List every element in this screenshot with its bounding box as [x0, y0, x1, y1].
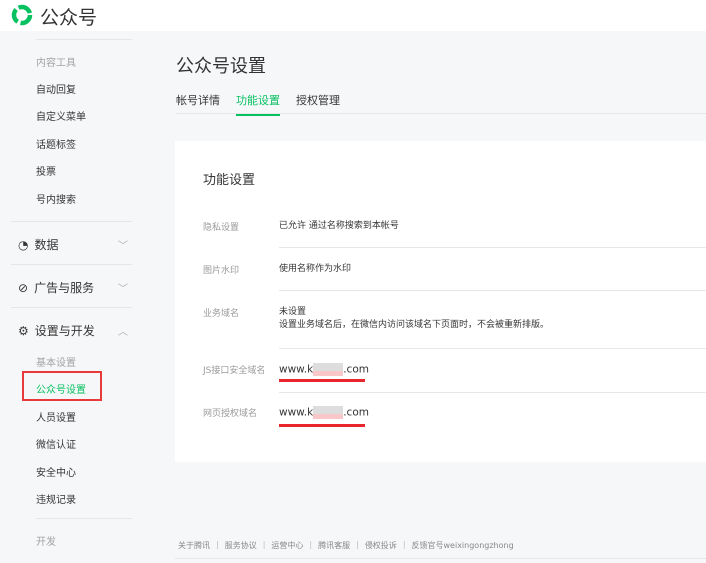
sidebar-section-dev: 开发: [36, 537, 56, 548]
footer-divider: [175, 558, 706, 559]
divider: [279, 392, 706, 393]
redaction-mask: [313, 406, 344, 419]
sidebar-group-settings[interactable]: ⚙ 设置与开发 ︿: [18, 322, 128, 339]
sidebar-item-violations[interactable]: 违规记录: [36, 491, 76, 506]
sidebar-item-search[interactable]: 号内搜索: [36, 191, 76, 206]
compass-icon: ⊘: [18, 280, 29, 295]
chevron-down-icon: ﹀: [118, 241, 128, 252]
divider: [279, 247, 706, 248]
domain-suffix: .com: [343, 406, 369, 419]
footer-link[interactable]: 运营中心: [271, 540, 303, 551]
sidebar-item-topic-tags[interactable]: 话题标签: [36, 136, 76, 151]
chevron-up-icon: ︿: [118, 327, 128, 338]
row-value: 使用名称作为水印: [279, 264, 352, 274]
row-label: 图片水印: [203, 266, 240, 276]
red-underline: [279, 379, 365, 382]
brand-name: 公众号: [40, 7, 98, 29]
row-value: www.k .com: [279, 363, 369, 377]
row-label: 网页授权域名: [203, 409, 258, 419]
redaction-mask: [313, 363, 344, 376]
sidebar-item-auto-reply[interactable]: 自动回复: [36, 81, 76, 96]
value-note: 设置业务域名后，在微信内访问该域名下页面时，不会被重新排版。: [279, 320, 550, 330]
sidebar-group-data[interactable]: ◔ 数据 ﹀: [18, 236, 128, 253]
value-text: 未设置: [279, 307, 307, 317]
sidebar-group-ads[interactable]: ⊘ 广告与服务 ﹀: [18, 279, 128, 296]
domain-suffix: .com: [343, 363, 369, 376]
settings-card: 功能设置 隐私设置 已允许 通过名称搜索到本帐号 图片水印 使用名称作为水印 业务域…: [175, 141, 706, 462]
pie-chart-icon: ◔: [18, 237, 29, 252]
sidebar-item-account-settings[interactable]: 公众号设置: [36, 381, 86, 396]
footer-link[interactable]: 服务协议: [225, 540, 257, 551]
divider: [11, 221, 132, 222]
sidebar-item-verification[interactable]: 微信认证: [36, 436, 76, 451]
top-bar: 公众号: [0, 0, 706, 31]
wechat-mp-logo-icon: [11, 4, 33, 26]
footer-link[interactable]: 关于腾讯: [178, 540, 210, 551]
divider: [279, 348, 706, 349]
sidebar-item-basic-settings[interactable]: 基本设置: [36, 354, 76, 369]
red-underline: [279, 424, 365, 427]
sidebar-section-content-tools: 内容工具: [36, 58, 76, 69]
sidebar-item-staff-settings[interactable]: 人员设置: [36, 409, 76, 424]
page-title: 公众号设置: [176, 56, 266, 77]
group-label: 设置与开发: [34, 324, 95, 338]
group-label: 数据: [34, 238, 59, 252]
sidebar-item-security[interactable]: 安全中心: [36, 464, 76, 479]
row-value: 未设置设置业务域名后，在微信内访问该域名下页面时，不会被重新排版。: [279, 306, 549, 332]
separator: |: [216, 540, 219, 549]
separator: |: [356, 540, 359, 549]
row-label: JS接口安全域名: [203, 366, 266, 376]
separator: |: [309, 540, 313, 549]
row-value: 已允许 通过名称搜索到本帐号: [279, 221, 399, 231]
sidebar-item-custom-menu[interactable]: 自定义菜单: [36, 108, 86, 123]
gear-icon: ⚙: [18, 323, 29, 338]
chevron-down-icon: ﹀: [118, 284, 128, 295]
divider: [11, 307, 132, 308]
divider: [36, 39, 132, 40]
divider: [36, 518, 132, 519]
card-title: 功能设置: [203, 173, 256, 188]
sidebar-item-vote[interactable]: 投票: [36, 163, 56, 178]
row-label: 隐私设置: [203, 223, 240, 233]
row-value: www.k .com: [279, 406, 369, 420]
domain-prefix: www.k: [279, 363, 314, 376]
footer-link[interactable]: 侵权投诉: [365, 540, 397, 551]
domain-prefix: www.k: [279, 406, 314, 419]
divider: [11, 264, 132, 265]
footer-link[interactable]: 腾讯客服: [318, 540, 350, 551]
row-label: 业务域名: [203, 309, 240, 319]
tab-divider: [176, 113, 706, 114]
separator: |: [262, 540, 266, 549]
separator: |: [402, 540, 406, 549]
footer-link[interactable]: 反馈官号weixingongzhong: [412, 540, 514, 551]
group-label: 广告与服务: [34, 281, 95, 295]
footer-links: 关于腾讯 | 服务协议 | 运营中心 | 腾讯客服 | 侵权投诉 | 反馈官号weixin…: [178, 540, 514, 551]
divider: [279, 290, 706, 291]
